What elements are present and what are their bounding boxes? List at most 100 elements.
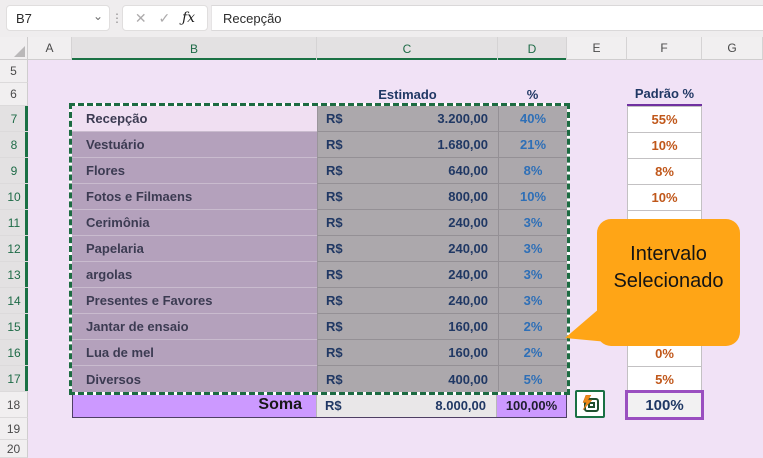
header-padrao[interactable]: Padrão %	[627, 83, 702, 106]
cell-value: 160,00	[448, 345, 488, 360]
column-header[interactable]: A	[28, 37, 72, 60]
cell-category[interactable]: Diversos	[72, 366, 317, 392]
cell-estimated[interactable]: R$ 240,00	[317, 210, 498, 236]
row-header[interactable]: 19	[0, 418, 28, 440]
table-row: Diversos R$ 400,00 5%	[72, 366, 567, 392]
row-header[interactable]: 17	[0, 366, 28, 392]
column-header[interactable]: G	[702, 37, 763, 60]
currency-symbol: R$	[326, 267, 343, 282]
cell-estimated[interactable]: R$ 3.200,00	[317, 106, 498, 132]
cell-category[interactable]: Vestuário	[72, 132, 317, 158]
cell-padrao-percent[interactable]: 55%	[628, 107, 701, 133]
cell-estimated[interactable]: R$ 400,00	[317, 366, 498, 392]
row-header[interactable]: 20	[0, 440, 28, 458]
currency-symbol: R$	[326, 137, 343, 152]
formula-text: Recepção	[223, 10, 282, 26]
quick-analysis-icon	[582, 395, 599, 412]
cell-category[interactable]: Cerimônia	[72, 210, 317, 236]
row-header[interactable]: 8	[0, 132, 28, 158]
formula-input[interactable]: Recepção	[211, 5, 763, 31]
formula-bar-area: B7 ⌄ ⋮ ✕ ✓ ƒx Recepção	[0, 0, 763, 37]
callout-line-1: Intervalo	[630, 243, 707, 265]
worksheet-grid[interactable]: Estimado % Padrão % Recepção R$ 3.200,00…	[28, 60, 763, 458]
cell-percent[interactable]: 21%	[498, 132, 567, 158]
cell-padrao-percent[interactable]: 10%	[628, 133, 701, 159]
total-value: 8.000,00	[435, 397, 486, 413]
cell-estimated[interactable]: R$ 240,00	[317, 236, 498, 262]
callout-text: Intervalo Selecionado	[597, 241, 740, 295]
row-header[interactable]: 11	[0, 210, 28, 236]
row-header[interactable]: 9	[0, 158, 28, 184]
cell-value: 640,00	[448, 163, 488, 178]
cell-category[interactable]: Presentes e Favores	[72, 288, 317, 314]
total-percent-cell[interactable]: 100,00%	[497, 393, 566, 417]
cell-percent[interactable]: 40%	[498, 106, 567, 132]
cell-category[interactable]: argolas	[72, 262, 317, 288]
cell-padrao-percent[interactable]: 10%	[628, 185, 701, 211]
cell-category[interactable]: Papelaria	[72, 236, 317, 262]
callout-shape[interactable]: Intervalo Selecionado	[537, 215, 763, 350]
cell-estimated[interactable]: R$ 160,00	[317, 340, 498, 366]
cell-estimated[interactable]: R$ 160,00	[317, 314, 498, 340]
cell-category[interactable]: Recepção	[72, 106, 317, 132]
cell-percent[interactable]: 8%	[498, 158, 567, 184]
cell-estimated[interactable]: R$ 800,00	[317, 184, 498, 210]
cell-estimated[interactable]: R$ 1.680,00	[317, 132, 498, 158]
header-percent[interactable]: %	[498, 83, 567, 106]
row-header[interactable]: 7	[0, 106, 28, 132]
cell-category[interactable]: Lua de mel	[72, 340, 317, 366]
total-row[interactable]: Soma R$ 8.000,00 100,00%	[72, 392, 567, 418]
cell-value: 240,00	[448, 215, 488, 230]
select-all-corner[interactable]	[0, 37, 28, 60]
chevron-down-icon[interactable]: ⌄	[93, 10, 103, 22]
row-header[interactable]: 5	[0, 60, 28, 83]
cell-value: 800,00	[448, 189, 488, 204]
total-estimated-cell[interactable]: R$ 8.000,00	[316, 393, 497, 417]
total-label-cell[interactable]: Soma	[73, 393, 316, 417]
table-row: Lua de mel R$ 160,00 2%	[72, 340, 567, 366]
cell-estimated[interactable]: R$ 240,00	[317, 262, 498, 288]
confirm-icon[interactable]: ✓	[158, 10, 170, 27]
currency-symbol: R$	[326, 371, 343, 387]
cell-estimated[interactable]: R$ 240,00	[317, 288, 498, 314]
row-header[interactable]: 18	[0, 392, 28, 418]
table-row: Cerimônia R$ 240,00 3%	[72, 210, 567, 236]
cell-category[interactable]: Fotos e Filmaens	[72, 184, 317, 210]
row-header[interactable]: 16	[0, 340, 28, 366]
row-header[interactable]: 14	[0, 288, 28, 314]
row-header[interactable]: 12	[0, 236, 28, 262]
cell-category[interactable]: Flores	[72, 158, 317, 184]
cell-percent[interactable]: 5%	[498, 366, 567, 392]
column-header[interactable]: F	[627, 37, 702, 60]
row-header[interactable]: 6	[0, 83, 28, 106]
row-header[interactable]: 15	[0, 314, 28, 340]
formula-buttons: ✕ ✓ ƒx	[122, 5, 208, 31]
cell-padrao-percent[interactable]: 8%	[628, 159, 701, 185]
name-box-value: B7	[16, 10, 32, 26]
cell-value: 1.680,00	[437, 137, 488, 152]
table-row: Flores R$ 640,00 8%	[72, 158, 567, 184]
table-rows: Recepção R$ 3.200,00 40% Vestuário R$ 1.…	[72, 106, 567, 392]
table-row: Fotos e Filmaens R$ 800,00 10%	[72, 184, 567, 210]
cell-percent[interactable]: 10%	[498, 184, 567, 210]
padrao-total-cell[interactable]: 100%	[625, 390, 704, 420]
cancel-icon[interactable]: ✕	[135, 10, 147, 27]
table-row: Jantar de ensaio R$ 160,00 2%	[72, 314, 567, 340]
row-header[interactable]: 10	[0, 184, 28, 210]
cell-value: 240,00	[448, 267, 488, 282]
cell-estimated[interactable]: R$ 640,00	[317, 158, 498, 184]
insert-function-icon[interactable]: ƒx	[182, 10, 195, 26]
cell-category[interactable]: Jantar de ensaio	[72, 314, 317, 340]
name-box[interactable]: B7 ⌄	[6, 5, 110, 31]
column-header[interactable]: D	[498, 37, 567, 60]
callout-line-2: Selecionado	[613, 270, 724, 292]
row-header[interactable]: 13	[0, 262, 28, 288]
column-header[interactable]: C	[317, 37, 498, 60]
column-header[interactable]: E	[567, 37, 627, 60]
more-handle-icon: ⋮	[111, 11, 123, 25]
header-estimado[interactable]: Estimado	[317, 83, 498, 106]
column-header[interactable]: B	[72, 37, 317, 60]
currency-symbol: R$	[326, 163, 343, 178]
quick-analysis-button[interactable]	[575, 390, 605, 418]
currency-symbol: R$	[326, 111, 343, 126]
